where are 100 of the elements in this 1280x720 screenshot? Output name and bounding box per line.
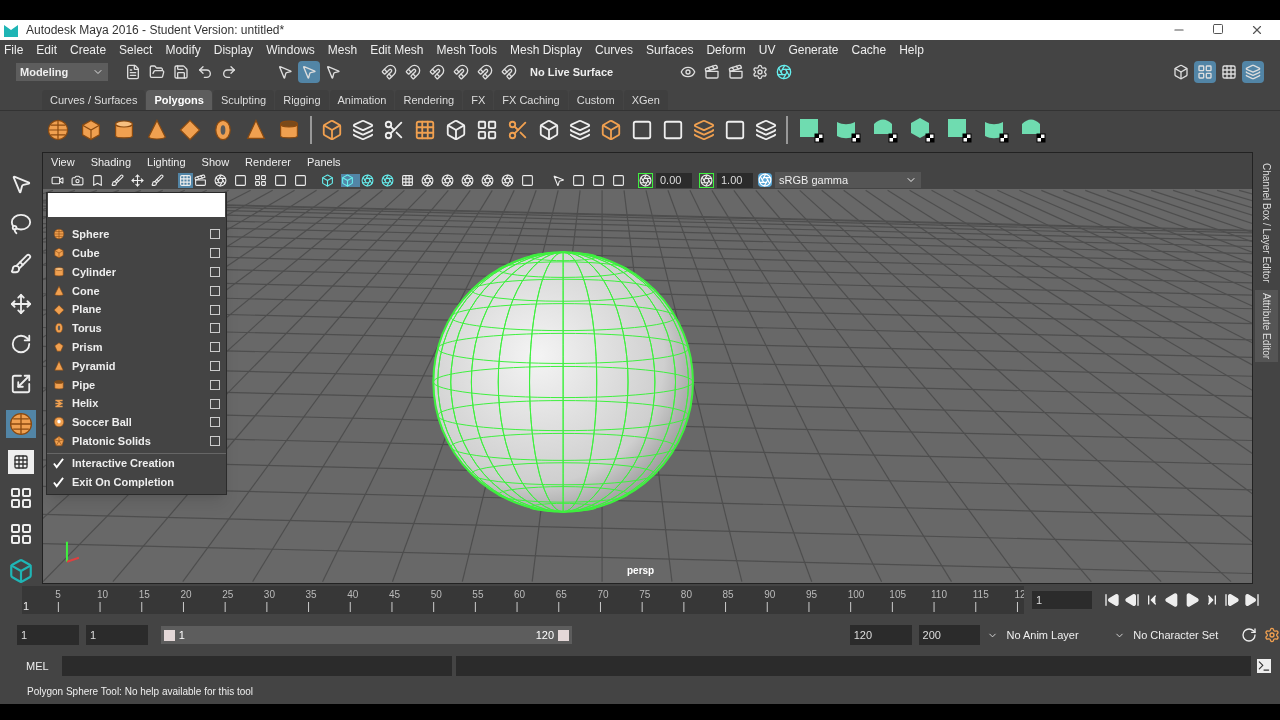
menu-item[interactable]: Create [70,41,107,59]
menu-item[interactable]: File [4,41,24,59]
mesh-tool-icon[interactable] [693,118,715,141]
option-box[interactable] [210,417,220,428]
playback-start-field[interactable]: 1 [85,625,148,645]
shelf-tab[interactable]: XGen [623,90,668,110]
menu-item[interactable]: Exit On Completion [47,472,226,492]
close-icon[interactable] [1250,23,1264,37]
playback-end-field[interactable]: 120 [849,625,912,645]
shelf-tab[interactable]: Rigging [275,90,329,110]
mesh-tool-icon[interactable] [321,118,343,141]
mesh-tool-icon[interactable] [600,118,622,141]
mesh-tool-icon[interactable] [662,118,684,141]
option-box[interactable] [210,342,220,353]
menu-item[interactable]: Curves [595,41,634,59]
shelf-tab[interactable]: Sculpting [212,90,275,110]
current-frame-field[interactable]: 1 [1032,591,1092,609]
four-panel-layout-icon[interactable] [9,486,33,510]
menu-item[interactable]: Pipe [47,375,226,395]
range-start-handle[interactable] [163,629,175,641]
skip-to-end-icon[interactable] [1244,592,1260,608]
menu-item[interactable]: Deform [706,41,746,59]
menu-item[interactable]: Help [899,41,924,59]
menu-item[interactable]: UV [758,41,776,59]
menu-item[interactable]: Pyramid [47,356,226,376]
script-editor-icon[interactable] [1257,659,1271,673]
menu-item[interactable]: Cone [47,281,226,301]
grid-toggle-icon[interactable] [178,172,193,188]
play-icon[interactable] [1184,592,1200,608]
option-box[interactable] [210,398,220,409]
menu-item[interactable]: Sphere [47,225,226,244]
mesh-tool-icon[interactable] [507,118,529,141]
menu-item[interactable]: Cache [851,41,887,59]
option-box[interactable] [210,229,220,240]
color-space-dropdown[interactable]: sRGB gamma [775,172,921,188]
outliner-layout-icon[interactable] [9,522,33,546]
menu-item[interactable]: Soccer Ball [47,412,226,432]
menu-item[interactable]: Select [119,41,153,59]
shelf-tab[interactable]: Animation [329,90,395,110]
side-tab[interactable]: Attribute Editor [1255,289,1278,362]
option-box[interactable] [210,360,220,371]
animation-preferences-icon[interactable] [1264,627,1280,643]
menu-item[interactable]: Platonic Solids [47,431,226,451]
command-input-field[interactable] [62,656,452,676]
step-back-key-icon[interactable] [1124,592,1140,608]
play-backward-icon[interactable] [1164,592,1180,608]
menu-item[interactable]: Mesh [327,41,358,59]
gamma-field[interactable]: 1.00 [717,172,753,188]
shelf-tab[interactable]: Custom [568,90,623,110]
character-set-dropdown[interactable]: No Character Set [1114,626,1235,644]
menu-item[interactable]: Plane [47,300,226,319]
anim-layer-dropdown[interactable]: No Anim Layer [987,626,1108,644]
option-box[interactable] [210,267,220,277]
option-box[interactable] [210,379,220,390]
menu-item[interactable]: Modify [165,41,201,59]
panel-menu-item[interactable]: Renderer [245,153,291,171]
menu-item[interactable]: Surfaces [646,41,694,59]
option-box[interactable] [210,248,220,259]
shelf-tab[interactable]: Polygons [146,90,212,110]
menu-item[interactable]: Helix [47,394,226,413]
menu-item[interactable]: Edit Mesh [370,41,424,59]
menu-item[interactable]: Mesh Display [510,41,583,59]
sphere-tool-icon[interactable] [6,409,36,438]
shelf-tab[interactable]: Curves / Surfaces [42,90,146,110]
panel-menu-item[interactable]: Show [201,153,230,171]
menu-item[interactable]: Prism [47,337,226,357]
menu-item[interactable]: Interactive Creation [47,453,226,473]
mesh-tool-icon[interactable] [755,118,777,141]
end-frame-field[interactable]: 200 [918,625,981,645]
option-box[interactable] [210,285,220,296]
mesh-tool-icon[interactable] [631,118,653,141]
panel-menu-item[interactable]: Lighting [147,153,186,171]
workspace-dropdown[interactable]: Modeling [16,63,108,81]
auto-key-icon[interactable] [1241,627,1258,643]
select-object-icon[interactable] [298,61,320,83]
mesh-tool-icon[interactable] [414,118,436,141]
shading-mode-icon[interactable] [341,173,360,187]
menu-item[interactable]: Cube [47,243,226,263]
menu-item[interactable]: Torus [47,319,226,338]
exposure-field[interactable]: 0.00 [656,172,692,188]
mesh-tool-icon[interactable] [476,118,498,141]
option-box[interactable] [210,323,220,334]
option-box[interactable] [210,304,220,315]
mesh-tool-icon[interactable] [352,118,374,141]
menu-item[interactable]: Cylinder [47,262,226,282]
shelf-tab[interactable]: FX [463,90,494,110]
uv-tool-icon[interactable] [908,115,936,144]
panel-menu-item[interactable]: Panels [306,153,341,171]
maximize-icon[interactable] [1212,23,1224,35]
shelf-tab[interactable]: FX Caching [494,90,568,110]
menu-item[interactable]: Generate [788,41,839,59]
start-frame-field[interactable]: 1 [17,625,79,645]
shelf-tab[interactable]: Rendering [395,90,463,110]
step-forward-key-icon[interactable] [1224,592,1240,608]
skip-to-start-icon[interactable] [1104,592,1120,608]
menu-item[interactable]: Display [213,41,254,59]
menu-item[interactable]: Edit [36,41,58,59]
menu-item[interactable]: Mesh Tools [436,41,497,59]
option-box[interactable] [210,436,220,447]
range-end-handle[interactable] [558,629,570,641]
